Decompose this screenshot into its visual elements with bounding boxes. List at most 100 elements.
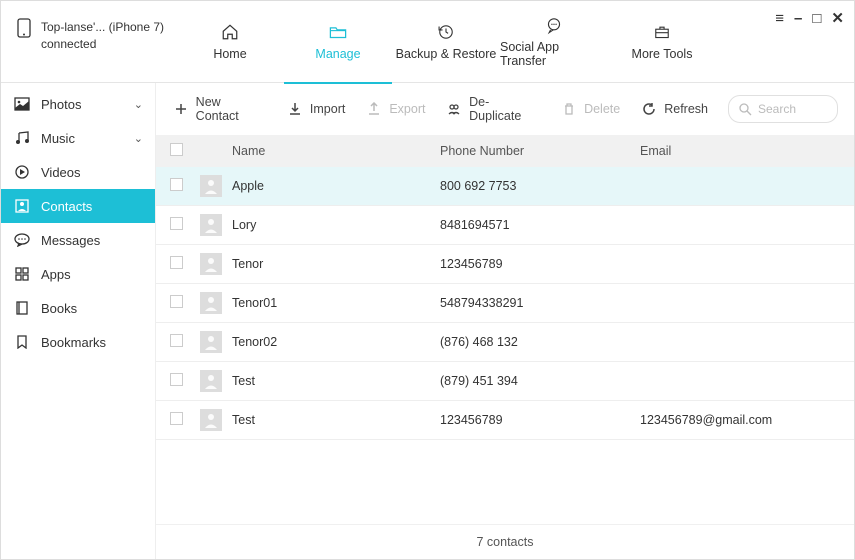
chevron-down-icon: ⌄ <box>134 98 143 111</box>
deduplicate-button[interactable]: De-Duplicate <box>445 95 540 123</box>
search-icon <box>739 100 752 118</box>
avatar <box>200 370 222 392</box>
sidebar-item-label: Contacts <box>41 199 92 214</box>
maximize-button[interactable]: □ <box>812 10 821 27</box>
avatar <box>200 253 222 275</box>
row-checkbox[interactable] <box>170 412 183 425</box>
sidebar-item-bookmarks[interactable]: Bookmarks <box>1 325 155 359</box>
avatar <box>200 175 222 197</box>
window-controls: ≡ – □ ✕ <box>775 9 844 27</box>
sidebar-item-apps[interactable]: Apps <box>1 257 155 291</box>
table-row[interactable]: Tenor01 548794338291 <box>156 284 854 323</box>
book-icon <box>13 299 31 317</box>
import-button[interactable]: Import <box>286 100 345 118</box>
table-row[interactable]: Apple 800 692 7753 <box>156 167 854 206</box>
contact-phone: (876) 468 132 <box>440 335 640 349</box>
photo-icon <box>13 95 31 113</box>
column-name: Name <box>200 144 440 158</box>
deduplicate-icon <box>445 100 463 118</box>
table-row[interactable]: Tenor123456789 <box>156 245 854 284</box>
contact-name: Lory <box>232 218 256 232</box>
menu-icon[interactable]: ≡ <box>775 10 784 27</box>
column-email: Email <box>640 144 840 158</box>
new-contact-button[interactable]: New Contact <box>172 95 266 123</box>
video-icon <box>13 163 31 181</box>
refresh-icon <box>640 100 658 118</box>
sidebar-item-messages[interactable]: Messages <box>1 223 155 257</box>
row-checkbox[interactable] <box>170 373 183 386</box>
avatar <box>200 409 222 431</box>
contact-count: 7 contacts <box>477 535 534 549</box>
bookmark-icon <box>13 333 31 351</box>
sidebar: Photos ⌄ Music ⌄ Videos Contacts Message… <box>1 83 156 559</box>
nav-more[interactable]: More Tools <box>608 1 716 83</box>
phone-icon <box>15 19 33 37</box>
column-phone: Phone Number <box>440 144 640 158</box>
music-icon <box>13 129 31 147</box>
contact-icon <box>13 197 31 215</box>
contact-name: Apple <box>232 179 264 193</box>
row-checkbox[interactable] <box>170 256 183 269</box>
search-box[interactable] <box>728 95 838 123</box>
row-checkbox[interactable] <box>170 178 183 191</box>
sidebar-item-photos[interactable]: Photos ⌄ <box>1 87 155 121</box>
contact-name: Tenor01 <box>232 296 277 310</box>
contact-phone: 123456789 <box>440 257 640 271</box>
export-icon <box>365 100 383 118</box>
sidebar-item-label: Bookmarks <box>41 335 106 350</box>
table-row[interactable]: Lory8481694571 <box>156 206 854 245</box>
footer: 7 contacts <box>156 524 854 559</box>
contact-phone: 548794338291 <box>440 296 640 310</box>
row-checkbox[interactable] <box>170 295 183 308</box>
sidebar-item-contacts[interactable]: Contacts <box>1 189 155 223</box>
device-status: connected <box>41 36 164 53</box>
nav-manage[interactable]: Manage <box>284 1 392 83</box>
avatar <box>200 331 222 353</box>
import-icon <box>286 100 304 118</box>
table-body: Apple 800 692 7753 Lory8481694571Tenor1234… <box>156 167 854 524</box>
avatar <box>200 214 222 236</box>
avatar <box>200 292 222 314</box>
sidebar-item-label: Videos <box>41 165 81 180</box>
nav-social[interactable]: Social App Transfer <box>500 1 608 83</box>
export-button[interactable]: Export <box>365 100 425 118</box>
sidebar-item-music[interactable]: Music ⌄ <box>1 121 155 155</box>
body: Photos ⌄ Music ⌄ Videos Contacts Message… <box>1 83 854 559</box>
message-icon <box>13 231 31 249</box>
nav-backup[interactable]: Backup & Restore <box>392 1 500 83</box>
search-input[interactable] <box>758 102 828 116</box>
sidebar-item-label: Books <box>41 301 77 316</box>
header: Top-lanse'... (iPhone 7) connected Home … <box>1 1 854 83</box>
toolbar: New Contact Import Export De-Duplicate D… <box>156 83 854 135</box>
sidebar-item-books[interactable]: Books <box>1 291 155 325</box>
delete-button[interactable]: Delete <box>560 100 620 118</box>
minimize-button[interactable]: – <box>794 10 802 27</box>
row-checkbox[interactable] <box>170 334 183 347</box>
app-window: Top-lanse'... (iPhone 7) connected Home … <box>0 0 855 560</box>
backup-icon <box>437 23 455 41</box>
device-info: Top-lanse'... (iPhone 7) connected <box>1 1 176 53</box>
device-name: Top-lanse'... (iPhone 7) <box>41 19 164 36</box>
top-nav: Home Manage Backup & Restore Social App … <box>176 1 854 83</box>
nav-home[interactable]: Home <box>176 1 284 83</box>
contact-phone: (879) 451 394 <box>440 374 640 388</box>
folder-icon <box>329 23 347 41</box>
home-icon <box>221 23 239 41</box>
contact-phone: 123456789 <box>440 413 640 427</box>
select-all-checkbox[interactable] <box>170 143 183 156</box>
sidebar-item-label: Messages <box>41 233 100 248</box>
table-row[interactable]: Tenor02(876) 468 132 <box>156 323 854 362</box>
refresh-button[interactable]: Refresh <box>640 100 708 118</box>
plus-icon <box>172 100 190 118</box>
sidebar-item-label: Photos <box>41 97 81 112</box>
sidebar-item-videos[interactable]: Videos <box>1 155 155 189</box>
contact-email: 123456789@gmail.com <box>640 413 840 427</box>
close-button[interactable]: ✕ <box>831 9 844 27</box>
contact-phone: 800 692 7753 <box>440 179 640 193</box>
table-row[interactable]: Test (879) 451 394 <box>156 362 854 401</box>
sidebar-item-label: Apps <box>41 267 71 282</box>
row-checkbox[interactable] <box>170 217 183 230</box>
contact-name: Test <box>232 374 255 388</box>
trash-icon <box>560 100 578 118</box>
table-row[interactable]: Test123456789123456789@gmail.com <box>156 401 854 440</box>
